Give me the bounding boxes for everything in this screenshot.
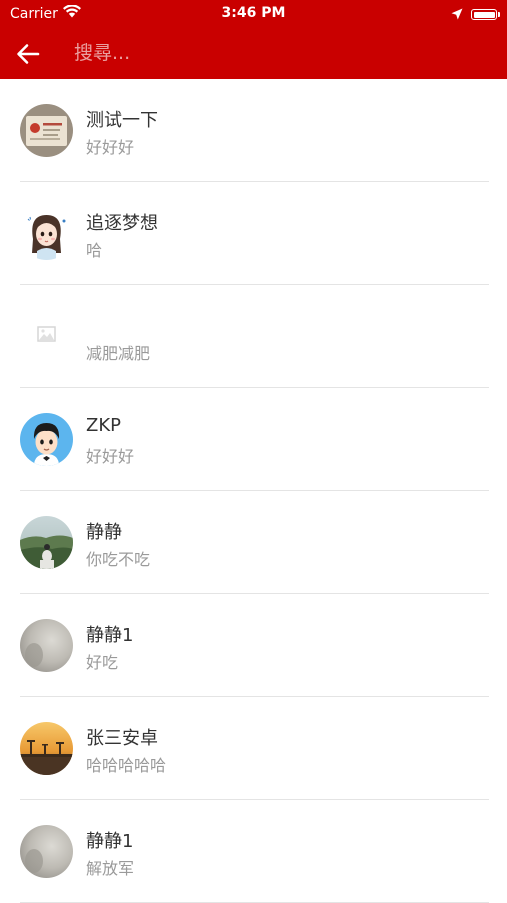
search-header (0, 28, 507, 79)
contact-name: 静静1 (86, 625, 134, 646)
status-indicators (451, 5, 500, 24)
status-time: 3:46 PM (221, 5, 286, 21)
landscape-photo-avatar (20, 516, 73, 569)
contact-row[interactable]: 静静1 解放军 (0, 800, 507, 903)
contact-last-message: 减肥减肥 (86, 344, 151, 363)
contact-name: 静静1 (86, 831, 134, 852)
search-input[interactable] (68, 37, 500, 69)
contact-row[interactable]: 测试一下 好好好 (0, 79, 507, 182)
contact-name: 静静 (86, 522, 122, 543)
contact-row[interactable]: 减肥减肥 (0, 285, 507, 388)
back-arrow-icon (17, 44, 40, 64)
back-button[interactable] (10, 36, 46, 72)
contact-name: 追逐梦想 (86, 213, 158, 234)
contact-last-message: 你吃不吃 (86, 550, 151, 569)
contact-name: 测试一下 (86, 110, 158, 131)
sunset-photo-avatar (20, 722, 73, 775)
battery-level (473, 11, 495, 18)
contact-name: ZKP (86, 415, 121, 436)
contact-row[interactable]: ZKP 好好好 (0, 388, 507, 491)
battery-icon (471, 9, 500, 20)
location-arrow-icon (451, 5, 463, 24)
contact-name: 张三安卓 (86, 728, 158, 749)
contact-last-message: 哈 (86, 241, 103, 260)
contact-last-message: 好吃 (86, 653, 119, 672)
contact-last-message: 哈哈哈哈哈 (86, 756, 167, 775)
contact-row[interactable]: 静静 你吃不吃 (0, 491, 507, 594)
status-bar: Carrier 3:46 PM (0, 0, 507, 28)
contact-row[interactable]: 张三安卓 哈哈哈哈哈 (0, 697, 507, 800)
contact-last-message: 好好好 (86, 447, 135, 466)
cartoon-girl-avatar (20, 207, 73, 260)
document-photo-avatar (20, 104, 73, 157)
cartoon-boy-avatar (20, 413, 73, 466)
contact-row[interactable]: 追逐梦想 哈 (0, 182, 507, 285)
image-placeholder-icon (20, 310, 73, 363)
contact-last-message: 好好好 (86, 138, 135, 157)
contact-list: 测试一下 好好好 追逐梦想 哈 减肥减肥 ZKP 好好好 静静 你吃不吃 静静1… (0, 79, 507, 903)
blurry-photo-avatar (20, 619, 73, 672)
contact-row[interactable]: 静静1 好吃 (0, 594, 507, 697)
contact-last-message: 解放军 (86, 859, 135, 878)
blurry-photo-avatar (20, 825, 73, 878)
